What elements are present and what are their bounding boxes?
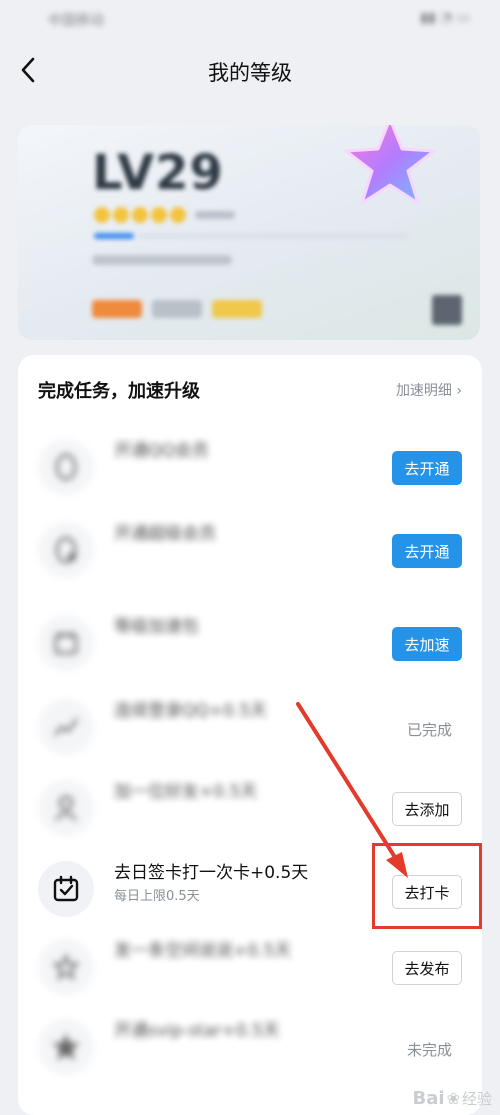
qr-icon [432,295,462,325]
task-title: 去日签卡打一次卡+0.5天 [114,863,309,883]
task-title: 开通QQ会员 [114,441,209,461]
star-icon [38,1019,94,1075]
tasks-panel: 完成任务，加速升级 加速明细 › 开通QQ会员 去开通 开通超级会员 去开通 等… [18,355,482,1115]
task-title: 加一位好友+0.5天 [114,782,258,802]
task-status-text: 已完成 [406,721,452,739]
person-icon [38,780,94,836]
task-row: 开通svip-star+0.5天 未完成 [18,1007,482,1087]
watermark-text: Bai [412,1088,445,1109]
task-action-button[interactable]: 去加速 [392,627,462,661]
level-card: LV29 [18,125,480,340]
task-subtitle [114,465,364,485]
task-subtitle [114,965,364,985]
calendar-check-icon [38,861,94,917]
speedup-detail-label: 加速明细 [395,383,452,399]
status-bar: 中国移动 ▮▮ ◔ ▭ [0,0,500,38]
watermark-sub: 经验 [461,1090,492,1108]
level-label: LV29 [92,145,224,201]
task-action-button[interactable]: 去添加 [392,792,462,826]
nav-bar: 我的等级 [0,40,500,100]
annotation-highlight-box [372,843,482,929]
level-stars [94,207,235,223]
task-status-text: 未完成 [406,1041,452,1059]
task-subtitle [114,1045,364,1065]
privilege-badges [92,300,262,318]
penguin-icon [38,522,94,578]
task-title: 等级加速包 [114,617,199,637]
task-row: 等级加速包 去加速 [18,603,482,683]
level-subtext [92,255,232,265]
task-row: 开通QQ会员 去开通 [18,427,482,507]
page-title: 我的等级 [208,61,292,85]
speedup-detail-link[interactable]: 加速明细 › [396,380,462,400]
carrier-name: 中国移动 [48,13,104,29]
task-row: 连续登录QQ+0.5天 已完成 [18,687,482,767]
task-subtitle [114,548,364,568]
penguin-icon [38,439,94,495]
status-icons: ▮▮ ◔ ▭ [420,10,470,26]
star-decoration-icon [344,125,436,205]
task-action-button[interactable]: 去开通 [392,534,462,568]
task-title: 开通svip-star+0.5天 [114,1021,280,1041]
task-row: 加一位好友+0.5天 去添加 [18,768,482,848]
task-row: 开通超级会员 去开通 [18,510,482,590]
task-subtitle [114,806,364,826]
star-icon [38,939,94,995]
task-title: 开通超级会员 [114,524,216,544]
task-action-button[interactable]: 去开通 [392,451,462,485]
level-progress-track [138,234,408,238]
paw-icon: ❀ [446,1089,460,1108]
task-subtitle [114,725,364,745]
calendar-icon [38,615,94,671]
level-progress-fill [94,233,134,239]
baidu-watermark: Bai ❀ 经验 [413,1088,492,1109]
task-row: 发一条空间说说+0.5天 去发布 [18,927,482,1007]
chart-icon [38,699,94,755]
task-action-button[interactable]: 去发布 [392,951,462,985]
task-subtitle [114,641,364,661]
chevron-right-icon: › [456,383,462,399]
task-title: 连续登录QQ+0.5天 [114,701,268,721]
task-subtitle: 每日上限0.5天 [114,889,200,904]
tasks-panel-title: 完成任务，加速升级 [38,381,200,402]
task-title: 发一条空间说说+0.5天 [114,941,292,961]
